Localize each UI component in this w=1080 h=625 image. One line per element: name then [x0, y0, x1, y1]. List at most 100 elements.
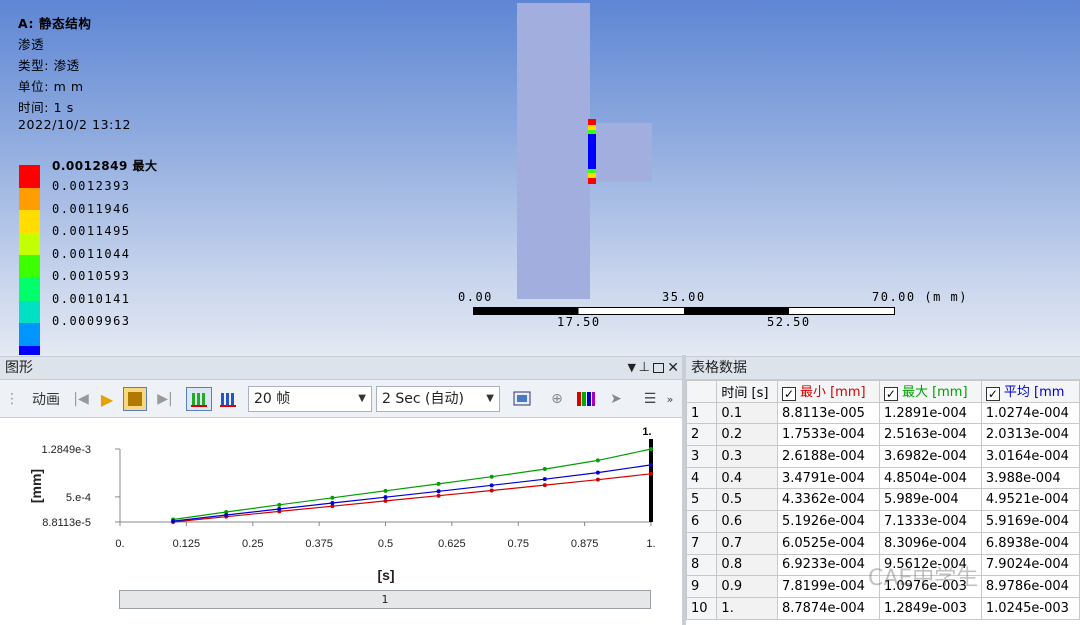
header-avg[interactable]: ✓ 平均 [mm	[980, 380, 1080, 403]
row-index[interactable]: 3	[686, 445, 718, 468]
cell-min[interactable]: 6.0525e-004	[776, 531, 880, 555]
row-index[interactable]: 10	[686, 596, 718, 620]
legend-swatch-7	[19, 323, 40, 346]
time-slider-value: 1	[381, 593, 389, 606]
cell-avg[interactable]: 8.9786e-004	[980, 575, 1080, 598]
panel-menu-icon[interactable]: ▼	[628, 357, 636, 379]
cell-min[interactable]: 4.3362e-004	[776, 488, 880, 512]
next-frame-icon[interactable]: ▶|	[154, 387, 176, 411]
row-index[interactable]: 8	[686, 553, 718, 577]
distributed-frames-icon[interactable]	[186, 387, 212, 411]
header-time[interactable]: 时间 [s]	[716, 380, 778, 403]
table-row[interactable]: 6 0.6 5.1926e-004 7.1333e-004 5.9169e-004	[686, 510, 1080, 533]
cell-time[interactable]: 0.8	[716, 553, 778, 577]
color-chart-icon[interactable]	[574, 387, 598, 411]
table-row[interactable]: 3 0.3 2.6188e-004 3.6982e-004 3.0164e-004	[686, 445, 1080, 468]
row-index[interactable]: 6	[686, 510, 718, 533]
table-row[interactable]: 2 0.2 1.7533e-004 2.5163e-004 2.0313e-004	[686, 423, 1080, 447]
cell-min[interactable]: 3.4791e-004	[776, 466, 880, 490]
cell-time[interactable]: 0.7	[716, 531, 778, 555]
cell-time[interactable]: 0.6	[716, 510, 778, 533]
zoom-icon[interactable]: ⊕	[546, 387, 568, 411]
cell-time[interactable]: 1.	[716, 596, 778, 620]
play-icon[interactable]: ▶	[96, 387, 118, 411]
cell-max[interactable]: 2.5163e-004	[878, 423, 982, 447]
cell-time[interactable]: 0.2	[716, 423, 778, 447]
cell-min[interactable]: 6.9233e-004	[776, 553, 880, 577]
cell-avg[interactable]: 7.9024e-004	[980, 553, 1080, 577]
export-video-icon[interactable]	[510, 387, 534, 411]
row-index[interactable]: 7	[686, 531, 718, 555]
stop-button[interactable]	[122, 387, 148, 411]
cell-time[interactable]: 0.5	[716, 488, 778, 512]
cell-max[interactable]: 8.3096e-004	[878, 531, 982, 555]
cell-min[interactable]: 1.7533e-004	[776, 423, 880, 447]
x-tick-label: 0.75	[508, 538, 529, 550]
cell-max[interactable]: 4.8504e-004	[878, 466, 982, 490]
y-tick-label: 5.e-4	[66, 492, 91, 504]
frames-select[interactable]: 20 帧 ▼	[248, 386, 372, 412]
cell-min[interactable]: 2.6188e-004	[776, 445, 880, 468]
maximize-icon[interactable]	[653, 363, 664, 373]
toolbar-overflow-icon[interactable]: »	[664, 387, 676, 411]
animation-label: 动画	[32, 392, 60, 408]
cell-avg[interactable]: 2.0313e-004	[980, 423, 1080, 447]
legend-swatch-6	[19, 300, 40, 324]
row-index[interactable]: 5	[686, 488, 718, 512]
table-row[interactable]: 7 0.7 6.0525e-004 8.3096e-004 6.8938e-004	[686, 531, 1080, 555]
cell-time[interactable]: 0.9	[716, 575, 778, 598]
cell-min[interactable]: 5.1926e-004	[776, 510, 880, 533]
model-block[interactable]	[590, 123, 652, 182]
previous-frame-icon[interactable]: |◀	[70, 387, 92, 411]
x-tick-label: 0.5	[378, 538, 393, 550]
cell-avg[interactable]: 3.0164e-004	[980, 445, 1080, 468]
checkbox-min[interactable]: ✓	[781, 387, 796, 402]
cell-time[interactable]: 0.3	[716, 445, 778, 468]
cell-avg[interactable]: 3.988e-004	[980, 466, 1080, 490]
table-row[interactable]: 1 0.1 8.8113e-005 1.2891e-004 1.0274e-004	[686, 401, 1080, 425]
table-row[interactable]: 5 0.5 4.3362e-004 5.989e-004 4.9521e-004	[686, 488, 1080, 512]
row-index[interactable]: 4	[686, 466, 718, 490]
cell-time[interactable]: 0.4	[716, 466, 778, 490]
series-2-point	[649, 462, 653, 467]
table-row[interactable]: 10 1. 8.7874e-004 1.2849e-003 1.0245e-003	[686, 596, 1080, 620]
row-index[interactable]: 1	[686, 401, 718, 425]
cell-avg[interactable]: 5.9169e-004	[980, 510, 1080, 533]
cell-min[interactable]: 7.8199e-004	[776, 575, 880, 598]
row-index[interactable]: 2	[686, 423, 718, 447]
duration-select[interactable]: 2 Sec (自动) ▼	[376, 386, 500, 412]
table-row[interactable]: 4 0.4 3.4791e-004 4.8504e-004 3.988e-004	[686, 466, 1080, 490]
legend-max-label: 0.0012849 最大	[52, 159, 158, 173]
legend-swatch-4	[19, 255, 40, 278]
scale-label-35: 35.00	[662, 290, 706, 304]
close-icon[interactable]: ✕	[667, 357, 679, 379]
cell-avg[interactable]: 1.0274e-004	[980, 401, 1080, 425]
cell-time[interactable]: 0.1	[716, 401, 778, 425]
cell-max[interactable]: 1.2849e-003	[878, 596, 982, 620]
checkbox-avg[interactable]: ✓	[985, 387, 1000, 402]
probe-icon[interactable]: ➤	[604, 387, 628, 411]
cell-min[interactable]: 8.8113e-005	[776, 401, 880, 425]
cell-max[interactable]: 1.2891e-004	[878, 401, 982, 425]
cell-avg[interactable]: 1.0245e-003	[980, 596, 1080, 620]
options-icon[interactable]: ☰	[638, 387, 662, 411]
legend-swatch-5	[19, 278, 40, 301]
cell-max[interactable]: 5.989e-004	[878, 488, 982, 512]
model-plate[interactable]	[517, 3, 590, 299]
cell-avg[interactable]: 6.8938e-004	[980, 531, 1080, 555]
row-index[interactable]: 9	[686, 575, 718, 598]
analysis-title: A: 静态结构	[18, 16, 92, 31]
cell-min[interactable]: 8.7874e-004	[776, 596, 880, 620]
result-sets-icon[interactable]	[216, 387, 240, 411]
header-max[interactable]: ✓ 最大 [mm]	[878, 380, 982, 403]
checkbox-max[interactable]: ✓	[883, 387, 898, 402]
cell-max[interactable]: 3.6982e-004	[878, 445, 982, 468]
graphics-viewport[interactable]: A: 静态结构 渗透 类型: 渗透 单位: m m 时间: 1 s 2022/1…	[0, 0, 1080, 355]
cell-avg[interactable]: 4.9521e-004	[980, 488, 1080, 512]
series-1-point	[542, 467, 547, 472]
time-slider[interactable]: 1	[119, 590, 651, 609]
pin-icon[interactable]: ⊥	[639, 357, 650, 379]
cell-max[interactable]: 7.1333e-004	[878, 510, 982, 533]
watermark: CAE中学生	[868, 566, 979, 591]
header-min[interactable]: ✓ 最小 [mm]	[776, 380, 880, 403]
